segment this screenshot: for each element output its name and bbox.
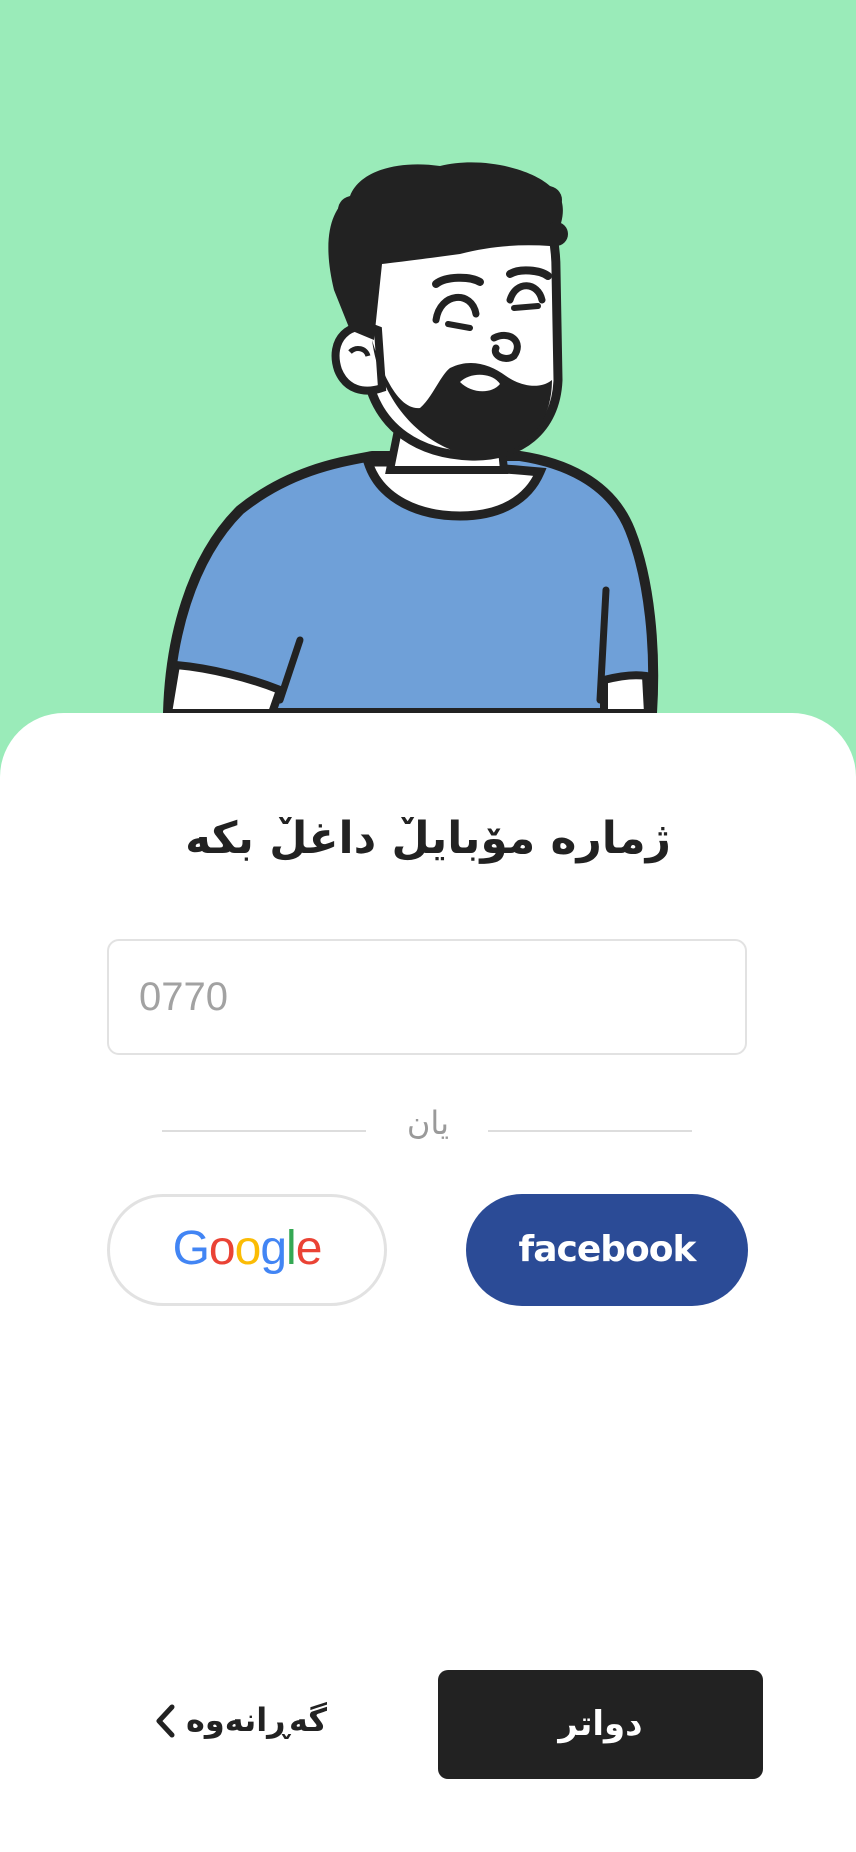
divider-line-right (488, 1130, 692, 1132)
divider-or-text: یان (406, 1104, 450, 1142)
back-button-label: گەڕانەوە (186, 1701, 327, 1739)
google-logo-icon: Google (110, 1219, 384, 1279)
phone-number-input[interactable] (107, 939, 747, 1055)
divider-line-left (162, 1130, 366, 1132)
facebook-logo-icon: facebook (518, 1229, 697, 1270)
chevron-left-icon (156, 1704, 175, 1738)
next-button[interactable]: دواتر (438, 1670, 763, 1779)
google-letter-l: l (286, 1222, 297, 1275)
google-signin-button[interactable]: Google (107, 1194, 387, 1306)
bearded-man-illustration (163, 162, 659, 718)
google-letter-g: G (172, 1222, 210, 1275)
hero-illustration-area (0, 0, 856, 760)
google-letter-e: e (295, 1222, 323, 1275)
back-button[interactable]: گەڕانەوە (150, 1690, 327, 1750)
facebook-signin-button[interactable]: facebook (466, 1194, 748, 1306)
page-title: ژمارە مۆبایلٚ داغلٚ بکە (185, 813, 671, 864)
next-button-label: دواتر (558, 1704, 643, 1744)
google-letter-g2: g (260, 1222, 287, 1275)
google-letter-o2: o (234, 1222, 262, 1275)
google-letter-o1: o (208, 1222, 236, 1275)
